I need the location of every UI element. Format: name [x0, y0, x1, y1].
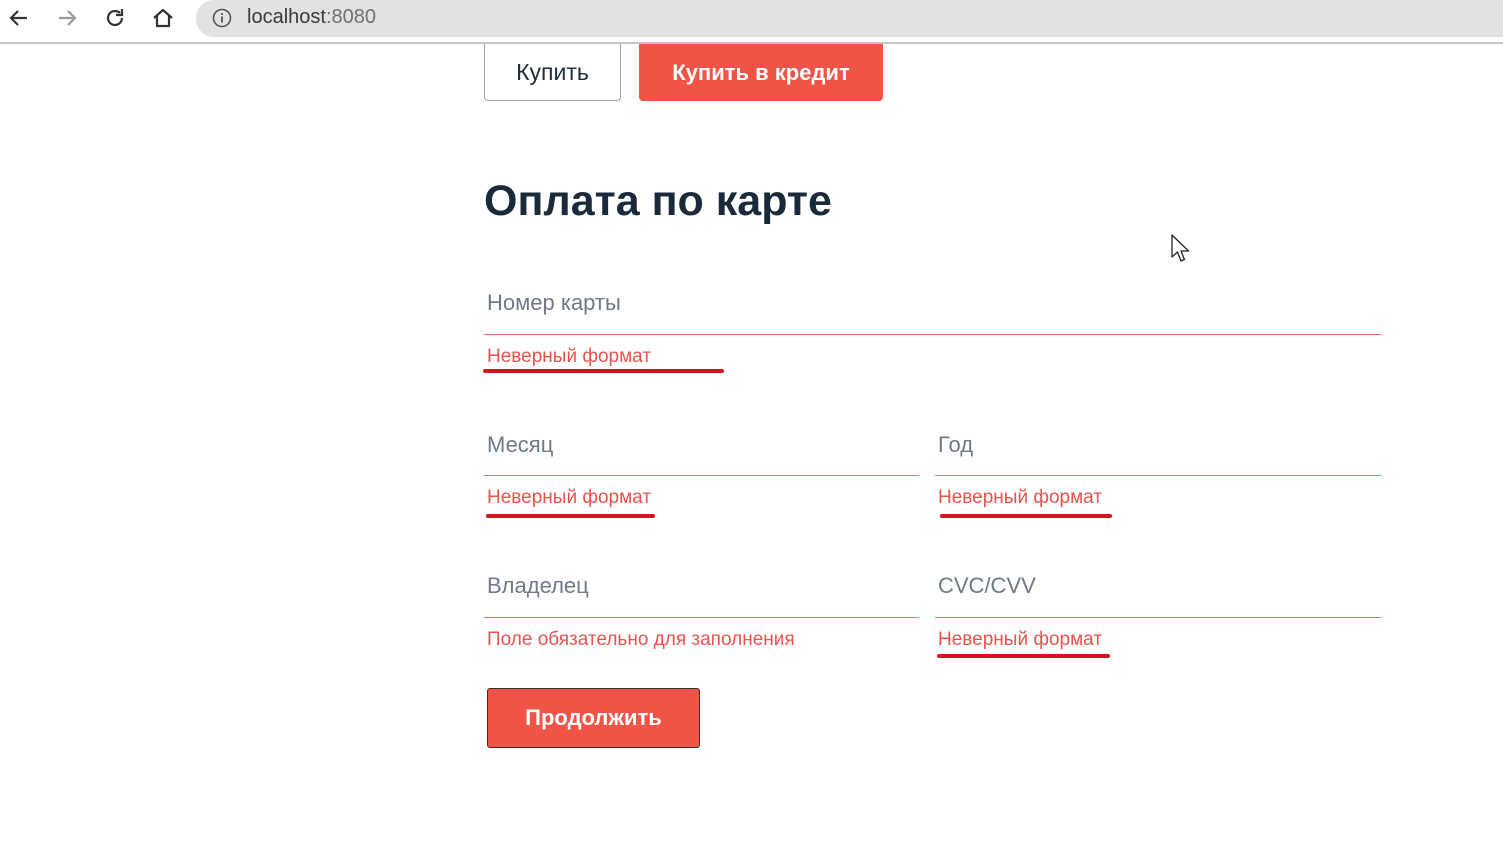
month-label: Месяц [487, 432, 554, 457]
year-underline [935, 475, 1381, 476]
card-number-underline [484, 334, 1381, 335]
cvc-error: Неверный формат [938, 629, 1103, 650]
month-field[interactable]: Месяц Неверный формат [484, 432, 919, 512]
error-highlight-mark [937, 654, 1110, 658]
owner-label: Владелец [487, 573, 589, 598]
owner-error: Поле обязательно для заполнения [487, 629, 795, 650]
arrow-left-icon [9, 10, 27, 26]
home-icon [153, 8, 173, 28]
owner-underline [484, 617, 919, 618]
card-number-field[interactable]: Номер карты Неверный формат [484, 290, 1381, 370]
url-port: :8080 [325, 6, 376, 28]
forward-button[interactable] [52, 4, 82, 32]
reload-button[interactable] [100, 4, 130, 32]
back-button[interactable] [4, 4, 34, 32]
year-label: Год [938, 432, 974, 457]
month-underline [484, 475, 919, 476]
address-bar[interactable]: localhost:8080 [196, 0, 1503, 37]
mouse-cursor-icon [1171, 234, 1190, 262]
error-highlight-mark [486, 514, 655, 518]
page-title: Оплата по карте [484, 177, 832, 225]
info-icon[interactable] [212, 8, 232, 33]
month-error: Неверный формат [487, 487, 652, 508]
year-field[interactable]: Год Неверный формат [935, 432, 1381, 512]
reload-icon [106, 9, 124, 27]
owner-field[interactable]: Владелец Поле обязательно для заполнения [484, 573, 919, 653]
arrow-right-icon [59, 10, 77, 26]
card-number-label: Номер карты [487, 290, 621, 315]
buy-credit-button[interactable]: Купить в кредит [639, 44, 883, 101]
cvc-underline [935, 617, 1381, 618]
buy-button[interactable]: Купить [484, 44, 621, 101]
home-button[interactable] [148, 4, 178, 32]
cvc-label: CVC/CVV [938, 573, 1036, 598]
browser-toolbar: localhost:8080 [0, 0, 1503, 44]
card-number-error: Неверный формат [487, 346, 652, 367]
year-error: Неверный формат [938, 487, 1103, 508]
url-text: localhost:8080 [247, 6, 376, 29]
cvc-field[interactable]: CVC/CVV Неверный формат [935, 573, 1381, 653]
url-host: localhost [247, 6, 326, 28]
continue-button[interactable]: Продолжить [487, 688, 700, 748]
error-highlight-mark [940, 514, 1112, 518]
error-highlight-mark [483, 369, 724, 373]
